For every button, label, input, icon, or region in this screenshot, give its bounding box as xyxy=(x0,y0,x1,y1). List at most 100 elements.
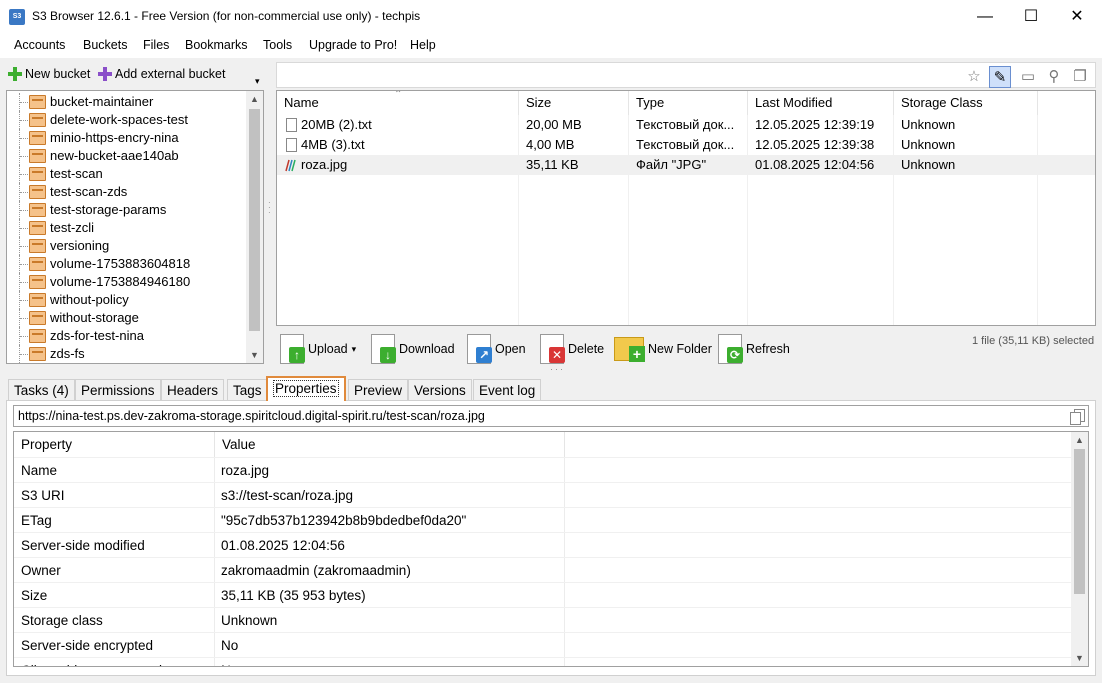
horizontal-splitter[interactable]: ··· xyxy=(550,364,565,374)
scroll-down-icon[interactable]: ▼ xyxy=(246,347,263,363)
tab-event-log[interactable]: Event log xyxy=(473,379,542,401)
bucket-item[interactable]: test-scan-zds xyxy=(7,183,247,201)
file-row[interactable]: 4MB (3).txt 4,00 MB Текстовый док... 12.05.… xyxy=(277,135,1095,155)
file-row[interactable]: roza.jpg 35,11 KB Файл "JPG" 01.08.2025 12:… xyxy=(277,155,1095,175)
upload-button[interactable]: ↑ Upload ▾ xyxy=(280,332,356,366)
tab-permissions[interactable]: Permissions xyxy=(75,379,161,401)
property-row[interactable]: S3 URI s3://test-scan/roza.jpg xyxy=(14,482,1072,507)
close-button[interactable]: ✕ xyxy=(1054,0,1100,34)
copy-view-icon[interactable]: ❐ xyxy=(1069,66,1091,88)
window-icon[interactable]: ▭ xyxy=(1017,66,1039,88)
property-row[interactable]: Name roza.jpg xyxy=(14,457,1072,482)
menu-tools[interactable]: Tools xyxy=(263,38,292,52)
column-last-modified[interactable]: Last Modified xyxy=(748,91,894,115)
tree-scrollbar[interactable]: ▲ ▼ xyxy=(246,91,263,363)
bucket-item[interactable]: without-storage xyxy=(7,309,247,327)
bucket-icon xyxy=(29,203,46,217)
minimize-button[interactable]: — xyxy=(962,0,1008,34)
property-name: Server-side modified xyxy=(21,538,145,553)
bucket-item[interactable]: delete-work-spaces-test xyxy=(7,111,247,129)
file-name: 20MB (2).txt xyxy=(301,117,372,132)
column-name[interactable]: Name ⌃ xyxy=(277,91,519,115)
scroll-up-icon[interactable]: ▲ xyxy=(1071,432,1088,448)
bucket-item[interactable]: volume-1753884946180 xyxy=(7,273,247,291)
menu-bookmarks[interactable]: Bookmarks xyxy=(185,38,248,52)
upload-icon: ↑ xyxy=(280,334,305,364)
column-size[interactable]: Size xyxy=(519,91,629,115)
file-name: 4MB (3).txt xyxy=(301,137,365,152)
menu-files[interactable]: Files xyxy=(143,38,169,52)
column-value[interactable]: Value xyxy=(215,432,565,457)
tab-tags[interactable]: Tags xyxy=(227,379,268,401)
tab-headers[interactable]: Headers xyxy=(161,379,225,401)
column-type[interactable]: Type xyxy=(629,91,748,115)
file-modified: 12.05.2025 12:39:19 xyxy=(755,117,875,132)
tab-tasks[interactable]: Tasks (4) xyxy=(8,379,75,401)
bucket-item[interactable]: test-zcli xyxy=(7,219,247,237)
bucket-tree: bucket-maintainer delete-work-spaces-test… xyxy=(6,90,264,364)
bucket-item[interactable]: minio-https-encry-nina xyxy=(7,129,247,147)
menu-help[interactable]: Help xyxy=(410,38,436,52)
menu-upgrade[interactable]: Upgrade to Pro! xyxy=(309,38,397,52)
tab-versions[interactable]: Versions xyxy=(408,379,472,401)
file-size: 20,00 MB xyxy=(526,117,582,132)
bucket-item[interactable]: test-storage-params xyxy=(7,201,247,219)
properties-header: Property Value xyxy=(14,432,1072,457)
file-row[interactable]: 20MB (2).txt 20,00 MB Текстовый док... 12.0… xyxy=(277,115,1095,135)
bucket-item[interactable]: volume-1753883604818 xyxy=(7,255,247,273)
scroll-up-icon[interactable]: ▲ xyxy=(246,91,263,107)
property-row[interactable]: Client-side compressedNo xyxy=(14,657,1072,666)
bucket-item[interactable]: test-scan xyxy=(7,165,247,183)
properties-scroll-thumb[interactable] xyxy=(1074,449,1085,594)
bucket-item[interactable]: zds-fs xyxy=(7,345,247,363)
bucket-icon xyxy=(29,293,46,307)
property-row[interactable]: ETag "95c7db537b123942b8b9bdedbef0da20" xyxy=(14,507,1072,532)
filter-icon[interactable]: ⚲ xyxy=(1043,66,1065,88)
bucket-item[interactable]: bucket-maintainer xyxy=(7,93,247,111)
object-url-field[interactable]: https://nina-test.ps.dev-zakroma-storage… xyxy=(13,405,1089,427)
app-icon: S3 xyxy=(9,9,25,25)
properties-scrollbar[interactable]: ▲ ▼ xyxy=(1071,432,1088,666)
property-value: 01.08.2025 12:04:56 xyxy=(221,538,345,553)
new-folder-button[interactable]: + New Folder xyxy=(614,332,712,366)
property-row[interactable]: Server-side modified 01.08.2025 12:04:56 xyxy=(14,532,1072,557)
bucket-label: volume-1753883604818 xyxy=(50,256,191,271)
menu-accounts[interactable]: Accounts xyxy=(14,38,65,52)
window-title: S3 Browser 12.6.1 - Free Version (for no… xyxy=(32,9,421,23)
toolbar-overflow-icon[interactable]: ▾ xyxy=(255,76,260,87)
add-icon xyxy=(8,67,22,81)
tab-preview[interactable]: Preview xyxy=(348,379,409,401)
selection-status: 1 file (35,11 KB) selected xyxy=(972,335,1095,347)
bucket-label: new-bucket-aae140ab xyxy=(50,148,179,163)
open-button[interactable]: ↗ Open xyxy=(467,332,526,366)
upload-dropdown-icon[interactable]: ▾ xyxy=(352,344,357,355)
menu-buckets[interactable]: Buckets xyxy=(83,38,127,52)
vertical-splitter[interactable]: · · · xyxy=(268,199,272,217)
column-property[interactable]: Property xyxy=(14,432,215,457)
property-value: No xyxy=(221,638,239,653)
delete-button[interactable]: ✕ Delete xyxy=(540,332,604,366)
property-row[interactable]: Owner zakromaadmin (zakromaadmin) xyxy=(14,557,1072,582)
new-bucket-button[interactable]: New bucket xyxy=(8,67,90,81)
refresh-button[interactable]: ⟳ Refresh xyxy=(718,332,790,366)
property-row[interactable]: Size 35,11 KB (35 953 bytes) xyxy=(14,582,1072,607)
bucket-item[interactable]: versioning xyxy=(7,237,247,255)
add-external-bucket-button[interactable]: Add external bucket xyxy=(98,67,226,81)
object-url: https://nina-test.ps.dev-zakroma-storage… xyxy=(18,409,485,423)
property-row[interactable]: Storage class Unknown xyxy=(14,607,1072,632)
tree-scroll-thumb[interactable] xyxy=(249,109,260,331)
scroll-down-icon[interactable]: ▼ xyxy=(1071,650,1088,666)
tab-properties[interactable]: Properties xyxy=(266,376,346,401)
column-storage-class[interactable]: Storage Class xyxy=(894,91,1038,115)
edit-pencil-icon[interactable]: ✎ xyxy=(989,66,1011,88)
bucket-item[interactable]: zds-for-test-nina xyxy=(7,327,247,345)
bucket-item[interactable]: without-policy xyxy=(7,291,247,309)
bucket-icon xyxy=(29,347,46,361)
property-name: S3 URI xyxy=(21,488,65,503)
property-row[interactable]: Server-side encrypted No xyxy=(14,632,1072,657)
maximize-button[interactable]: ☐ xyxy=(1008,0,1054,34)
copy-url-icon[interactable] xyxy=(1070,409,1085,425)
bucket-item[interactable]: new-bucket-aae140ab xyxy=(7,147,247,165)
bookmark-star-icon[interactable]: ☆ xyxy=(963,66,985,88)
download-button[interactable]: ↓ Download xyxy=(371,332,455,366)
